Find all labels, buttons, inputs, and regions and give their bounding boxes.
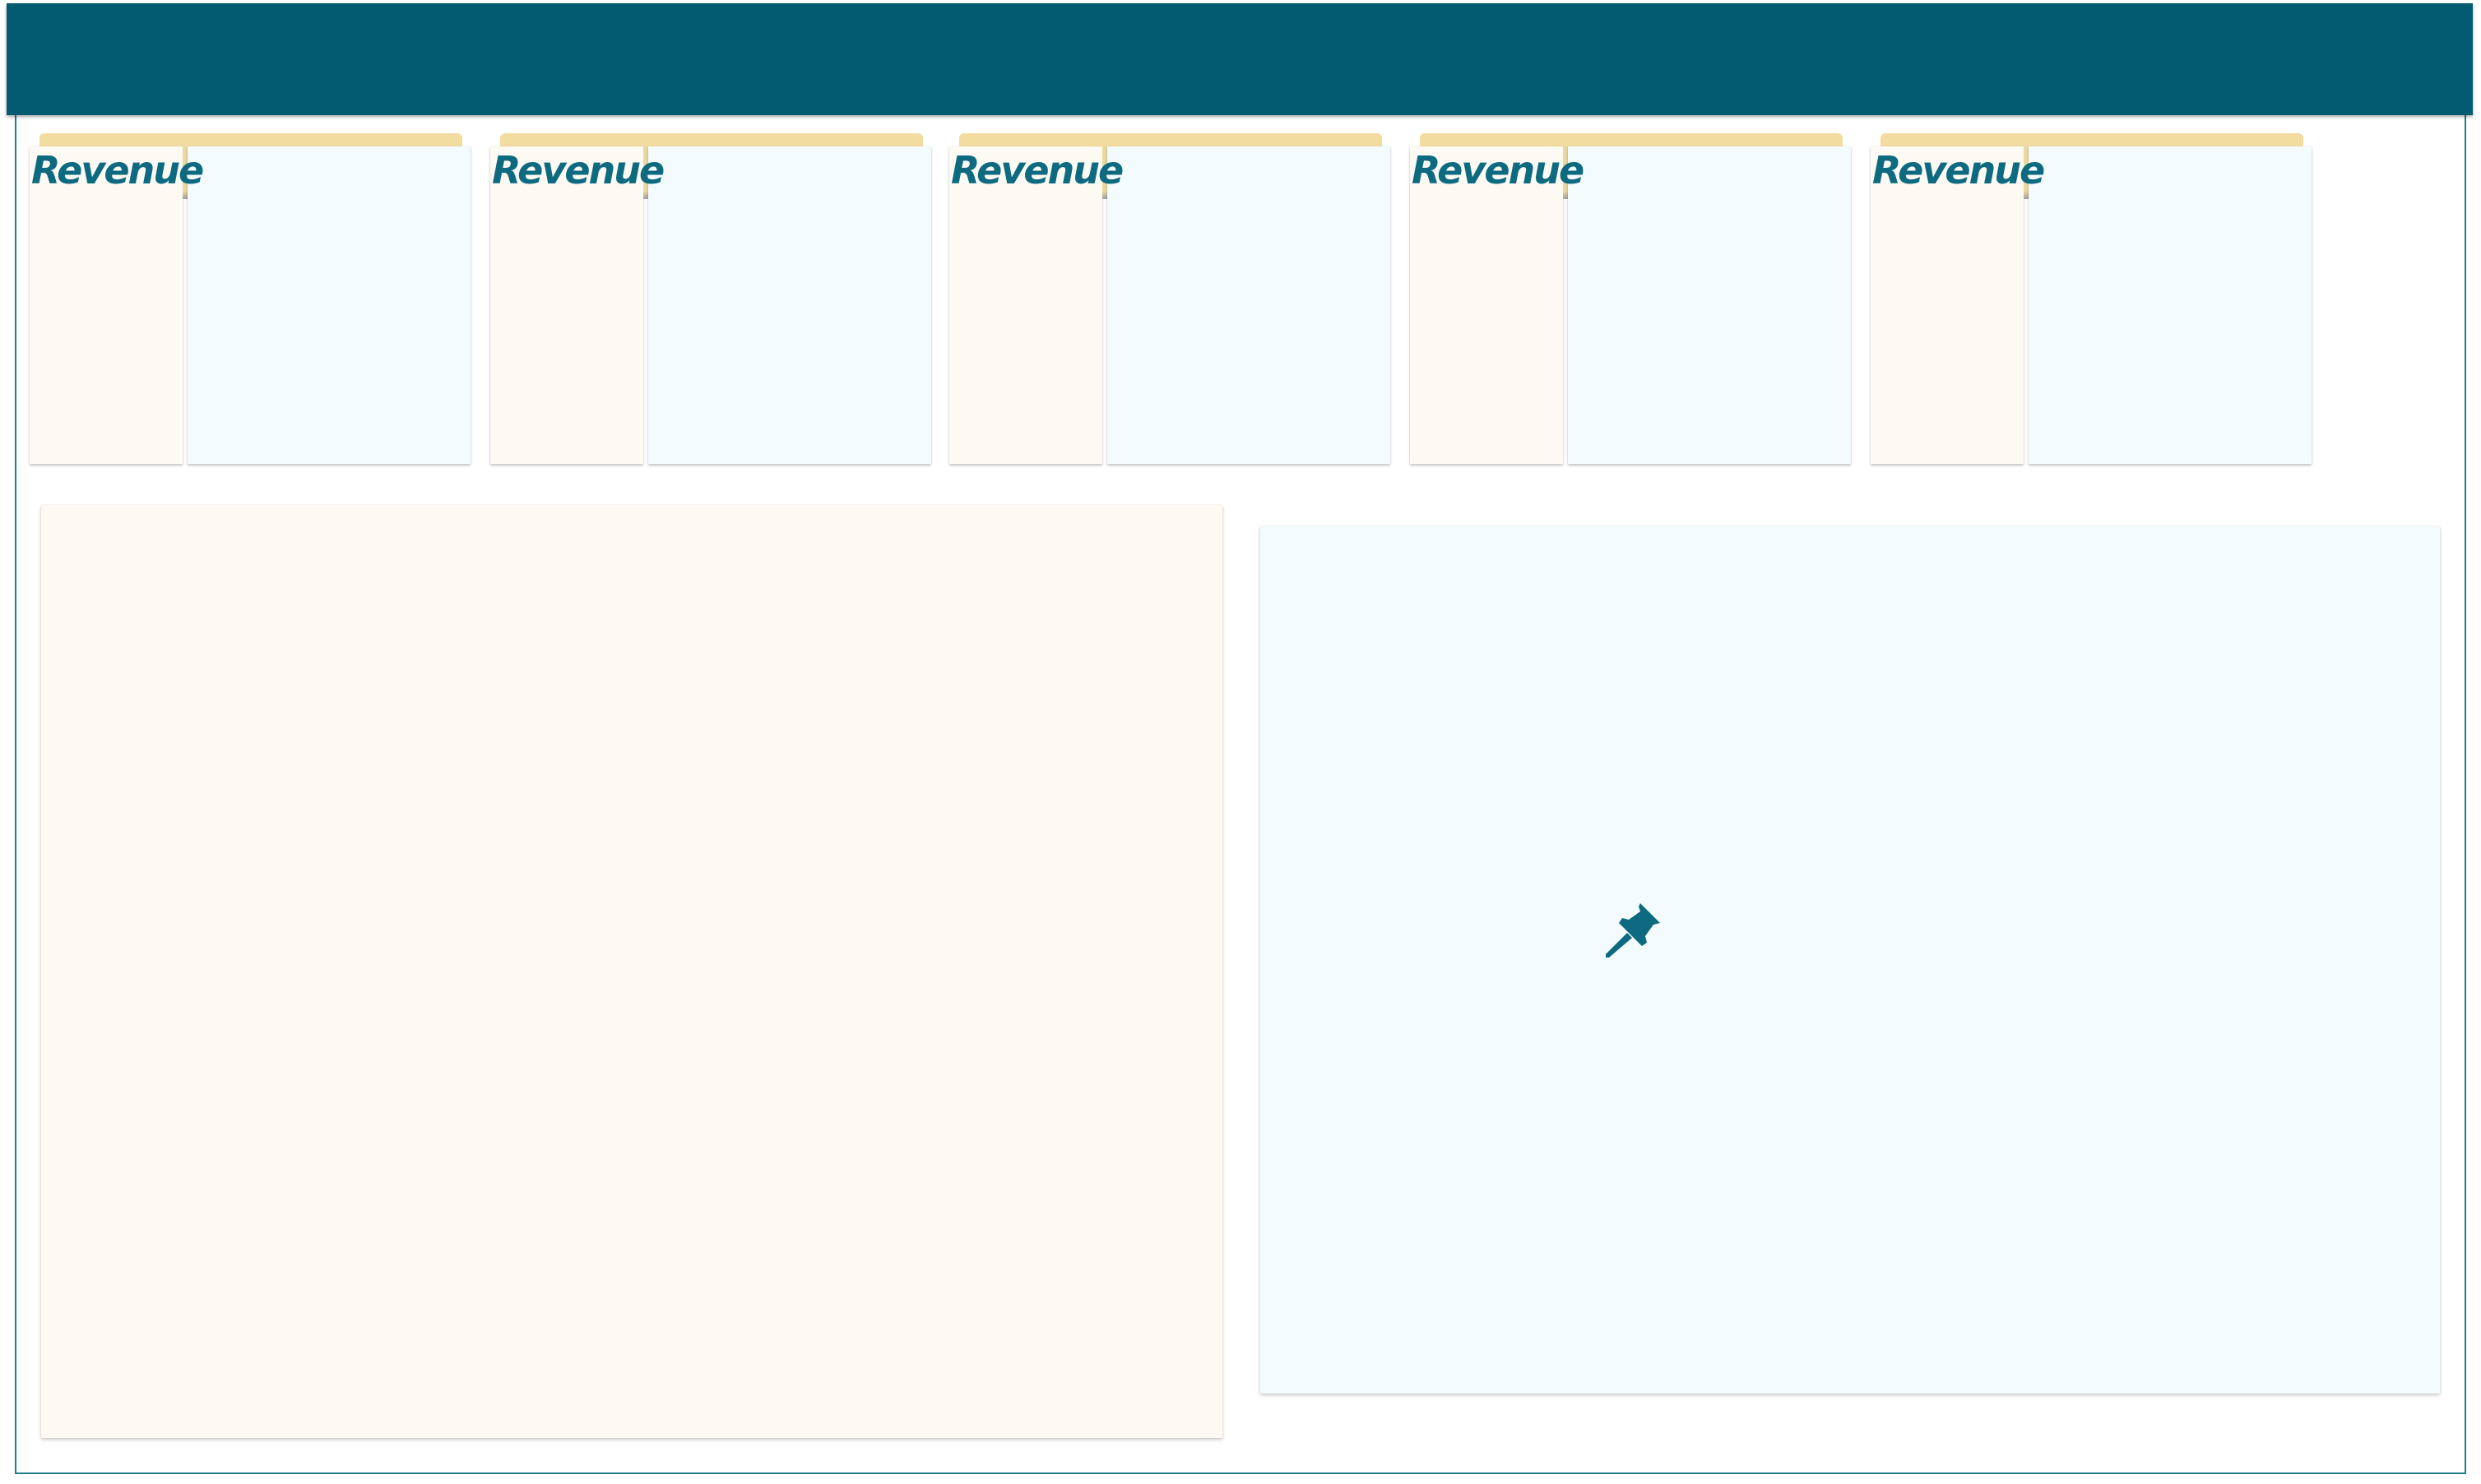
kpi-card-value-panel xyxy=(188,146,471,464)
kpi-card-label-panel xyxy=(490,146,643,464)
kpi-card-1[interactable]: Revenue xyxy=(30,133,474,464)
kpi-card-label-panel xyxy=(1410,146,1563,464)
kpi-card-label-panel xyxy=(949,146,1102,464)
kpi-card-5[interactable]: Revenue xyxy=(1871,133,2315,464)
kpi-card-3[interactable]: Revenue xyxy=(949,133,1394,464)
header-bar xyxy=(7,3,2473,115)
pin-icon[interactable] xyxy=(1602,900,1663,961)
kpi-card-2[interactable]: Revenue xyxy=(490,133,934,464)
kpi-card-label: Revenue xyxy=(1872,148,2045,192)
kpi-card-label: Revenue xyxy=(31,148,204,192)
kpi-card-label: Revenue xyxy=(951,148,1124,192)
kpi-card-4[interactable]: Revenue xyxy=(1410,133,1854,464)
kpi-card-value-panel xyxy=(1568,146,1851,464)
kpi-card-label: Revenue xyxy=(1412,148,1584,192)
main-panel-left xyxy=(41,505,1222,1438)
kpi-card-label-panel xyxy=(1871,146,2024,464)
kpi-card-label-panel xyxy=(30,146,183,464)
kpi-card-label: Revenue xyxy=(492,148,665,192)
kpi-card-value-panel xyxy=(2029,146,2312,464)
kpi-card-value-panel xyxy=(648,146,931,464)
main-panel-right xyxy=(1260,526,2440,1394)
kpi-card-value-panel xyxy=(1107,146,1390,464)
